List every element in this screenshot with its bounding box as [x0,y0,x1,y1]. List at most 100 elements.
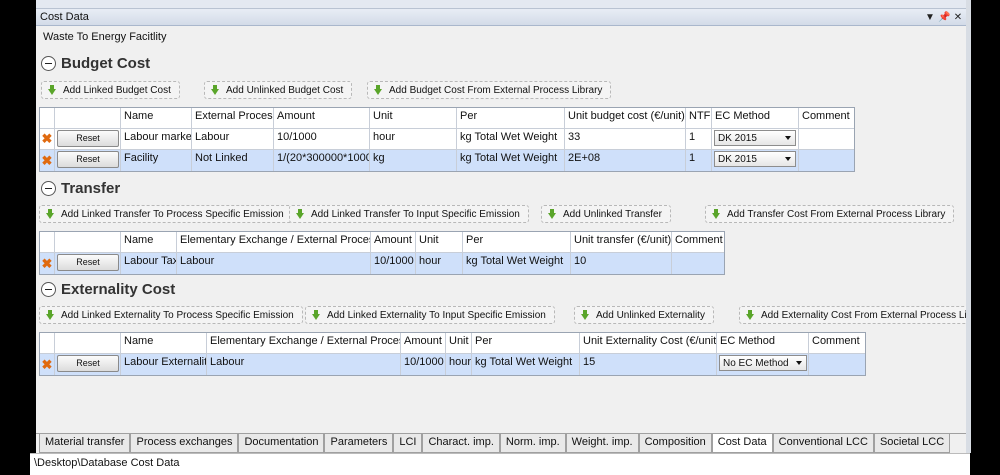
column-header[interactable]: Per [472,333,580,353]
column-header[interactable]: EC Method [712,108,799,128]
add-linked-externality-input-button[interactable]: Add Linked Externality To Input Specific… [305,306,555,324]
per-cell[interactable]: kg Total Wet Weight [463,253,571,274]
transfer-section-header[interactable]: Transfer [41,180,120,197]
column-header[interactable]: Amount [274,108,370,128]
cost-cell[interactable]: 15 [580,354,717,375]
ntf-cell[interactable]: 1 [686,129,712,149]
name-cell[interactable]: Facility [121,150,192,171]
comment-cell[interactable] [799,150,854,171]
column-header[interactable]: Name [121,232,177,252]
close-icon[interactable]: ✕ [952,12,964,23]
column-header[interactable]: Name [121,333,207,353]
collapse-icon[interactable] [41,282,56,297]
delete-icon[interactable]: ✖ [40,354,55,375]
tab-lci[interactable]: LCI [393,434,423,453]
comment-cell[interactable] [799,129,854,149]
process-cell[interactable]: Not Linked [192,150,274,171]
add-linked-transfer-input-button[interactable]: Add Linked Transfer To Input Specific Em… [289,205,529,223]
column-header[interactable]: Comment [672,232,724,252]
process-cell[interactable]: Labour [192,129,274,149]
add-linked-externality-process-button[interactable]: Add Linked Externality To Process Specif… [39,306,303,324]
ec-method-select[interactable]: DK 2015 [714,151,796,167]
column-header[interactable]: Elementary Exchange / External Process [177,232,371,252]
unit-cell[interactable]: hour [416,253,463,274]
reset-button[interactable]: Reset [57,254,119,271]
externality-section-header[interactable]: Externality Cost [41,281,175,298]
amount-cell[interactable]: 10/1000 [274,129,370,149]
add-unlinked-budget-cost-button[interactable]: Add Unlinked Budget Cost [204,81,353,99]
budget-section-header[interactable]: Budget Cost [41,55,150,72]
name-cell[interactable]: Labour Externality [121,354,207,375]
add-linked-budget-cost-button[interactable]: Add Linked Budget Cost [41,81,180,99]
reset-button[interactable]: Reset [57,355,119,372]
tab-documentation[interactable]: Documentation [238,434,325,453]
column-header[interactable]: Amount [371,232,416,252]
dropdown-arrow-icon[interactable]: ▼ [924,12,936,23]
column-header[interactable]: Comment [799,108,854,128]
per-cell[interactable]: kg Total Wet Weight [457,129,565,149]
column-header[interactable]: Unit [446,333,472,353]
column-header[interactable]: Per [457,108,565,128]
ntf-cell[interactable]: 1 [686,150,712,171]
amount-cell[interactable]: 10/1000 [371,253,416,274]
column-header[interactable]: Unit Externality Cost (€/unit) [580,333,717,353]
add-unlinked-externality-button[interactable]: Add Unlinked Externality [574,306,714,324]
ec-method-select[interactable]: DK 2015 [714,130,796,146]
tab-material-transfer[interactable]: Material transfer [39,434,131,453]
column-header[interactable]: Unit budget cost (€/unit) [565,108,686,128]
cost-cell[interactable]: 10 [571,253,672,274]
column-header[interactable]: Per [463,232,571,252]
collapse-icon[interactable] [41,181,56,196]
comment-cell[interactable] [672,253,724,274]
table-row[interactable]: ✖ Reset Labour Externality Labour 10/100… [40,354,865,375]
amount-cell[interactable]: 10/1000 [401,354,446,375]
column-header[interactable]: NTF [686,108,712,128]
name-cell[interactable]: Labour Tax [121,253,177,274]
column-header[interactable]: Unit [370,108,457,128]
tab-parameters[interactable]: Parameters [324,434,394,453]
add-linked-transfer-process-button[interactable]: Add Linked Transfer To Process Specific … [39,205,293,223]
tab-process-exchanges[interactable]: Process exchanges [130,434,239,453]
tab-conventional-lcc[interactable]: Conventional LCC [772,434,874,453]
per-cell[interactable]: kg Total Wet Weight [457,150,565,171]
unit-cell[interactable]: kg [370,150,457,171]
delete-icon[interactable]: ✖ [40,253,55,274]
amount-cell[interactable]: 1/(20*300000*1000) [274,150,370,171]
exchange-cell[interactable]: Labour [177,253,371,274]
delete-icon[interactable]: ✖ [40,129,55,149]
add-transfer-cost-external-button[interactable]: Add Transfer Cost From External Process … [705,205,955,223]
column-header[interactable]: External Process [192,108,274,128]
column-header[interactable]: Elementary Exchange / External Process [207,333,401,353]
table-row[interactable]: ✖ Reset Labour market Labour 10/1000 hou… [40,129,854,150]
name-cell[interactable]: Labour market [121,129,192,149]
tab-composition[interactable]: Composition [638,434,712,453]
add-externality-cost-external-button[interactable]: Add Externality Cost From External Proce… [739,306,966,324]
column-header[interactable]: Unit transfer (€/unit) [571,232,672,252]
cost-cell[interactable]: 2E+08 [565,150,686,171]
add-budget-cost-external-button[interactable]: Add Budget Cost From External Process Li… [367,81,612,99]
add-unlinked-transfer-button[interactable]: Add Unlinked Transfer [541,205,671,223]
per-cell[interactable]: kg Total Wet Weight [472,354,580,375]
tab-cost-data[interactable]: Cost Data [711,434,773,453]
pin-icon[interactable]: 📌 [938,12,950,23]
table-row[interactable]: ✖ Reset Facility Not Linked 1/(20*300000… [40,150,854,171]
unit-cell[interactable]: hour [370,129,457,149]
cost-cell[interactable]: 33 [565,129,686,149]
delete-icon[interactable]: ✖ [40,150,55,171]
unit-cell[interactable]: hour [446,354,472,375]
tab-societal-lcc[interactable]: Societal LCC [873,434,951,453]
right-scroll-strip[interactable] [966,0,971,453]
column-header[interactable]: Amount [401,333,446,353]
comment-cell[interactable] [809,354,865,375]
column-header[interactable]: Comment [809,333,865,353]
collapse-icon[interactable] [41,56,56,71]
column-header[interactable]: EC Method [717,333,809,353]
column-header[interactable]: Unit [416,232,463,252]
ec-method-select[interactable]: No EC Method [719,355,807,371]
tab-charact-imp[interactable]: Charact. imp. [422,434,500,453]
column-header[interactable]: Name [121,108,192,128]
exchange-cell[interactable]: Labour [207,354,401,375]
tab-weight-imp[interactable]: Weight. imp. [565,434,639,453]
table-row[interactable]: ✖ Reset Labour Tax Labour 10/1000 hour k… [40,253,724,274]
tab-norm-imp[interactable]: Norm. imp. [499,434,566,453]
